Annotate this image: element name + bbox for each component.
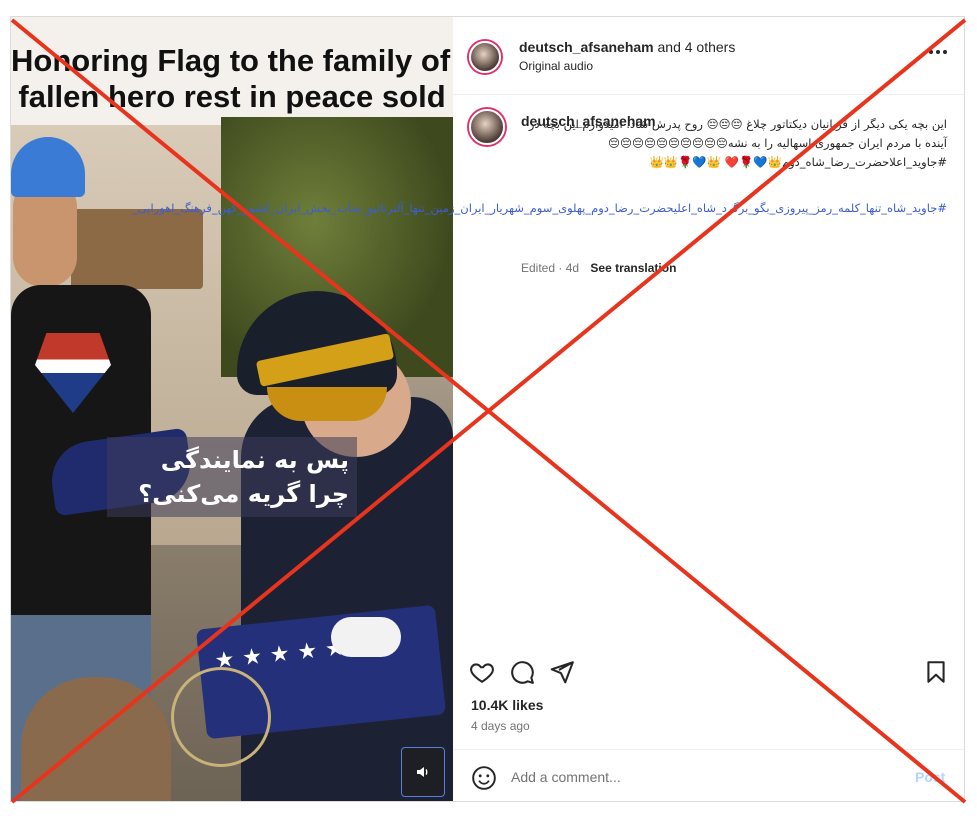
smiley-icon (472, 766, 496, 790)
paper-plane-icon (550, 661, 574, 684)
video-title-text: Honoring Flag to the family of t fallen … (11, 43, 453, 115)
overlay-line: پس به نمایندگی (160, 446, 349, 474)
post-comment-button[interactable]: Post (915, 769, 945, 785)
overlay-line: چرا گریه می‌کنی؟ (138, 480, 349, 508)
like-button[interactable] (469, 659, 497, 687)
comment-icon (511, 661, 534, 684)
collaborators-link[interactable]: and 4 others (658, 39, 736, 55)
caption-body: این بچه یکی دیگر از قربانیان دیکتاتور چل… (528, 117, 947, 169)
action-bar (453, 653, 964, 693)
caption-avatar[interactable] (469, 109, 505, 145)
save-button[interactable] (923, 659, 951, 687)
see-translation-link[interactable]: See translation (590, 261, 676, 275)
heart-icon (470, 663, 494, 683)
speaker-icon (417, 767, 428, 777)
avatar[interactable] (469, 41, 501, 73)
comment-bar: Add a comment... Post (453, 749, 964, 801)
more-options-button[interactable] (923, 41, 953, 65)
caption-meta: Edited · 4d See translation (521, 261, 676, 275)
audio-link[interactable]: Original audio (519, 59, 593, 73)
bookmark-icon (927, 661, 945, 683)
header-username[interactable]: deutsch_afsaneham and 4 others (519, 39, 735, 55)
comment-button[interactable] (509, 659, 537, 687)
post-header: deutsch_afsaneham and 4 others Original … (453, 17, 964, 95)
more-horizontal-icon (929, 50, 947, 54)
likes-count[interactable]: 10.4K likes (471, 697, 543, 713)
post-age[interactable]: 4 days ago (471, 719, 530, 733)
video-title-line: Honoring Flag to the family of t (11, 43, 453, 78)
video-title-line: fallen hero rest in peace sold (18, 79, 446, 114)
post-sidebar: deutsch_afsaneham and 4 others Original … (132, 17, 964, 801)
username-link[interactable]: deutsch_afsaneham (519, 39, 654, 55)
caption-hashtags[interactable]: #جاوید_شاه_تنها_کلمه_رمز_پیروزی_بگو_برگر… (132, 199, 947, 218)
post-caption: deutsch_afsaneham این بچه یکی دیگر از قر… (132, 103, 964, 283)
emoji-button[interactable] (471, 765, 497, 791)
mute-button[interactable] (401, 747, 445, 797)
edited-label: Edited · 4d (521, 261, 580, 275)
share-button[interactable] (549, 659, 577, 687)
comment-input[interactable]: Add a comment... (511, 769, 621, 785)
video-player[interactable]: ★★★★★★ Honoring Flag to the family of t … (11, 17, 453, 801)
caption-text: این بچه یکی دیگر از قربانیان دیکتاتور چل… (519, 115, 947, 172)
video-caption-overlay: پس به نمایندگی چرا گریه می‌کنی؟ (107, 437, 357, 517)
instagram-post-frame: ★★★★★★ Honoring Flag to the family of t … (10, 16, 965, 802)
